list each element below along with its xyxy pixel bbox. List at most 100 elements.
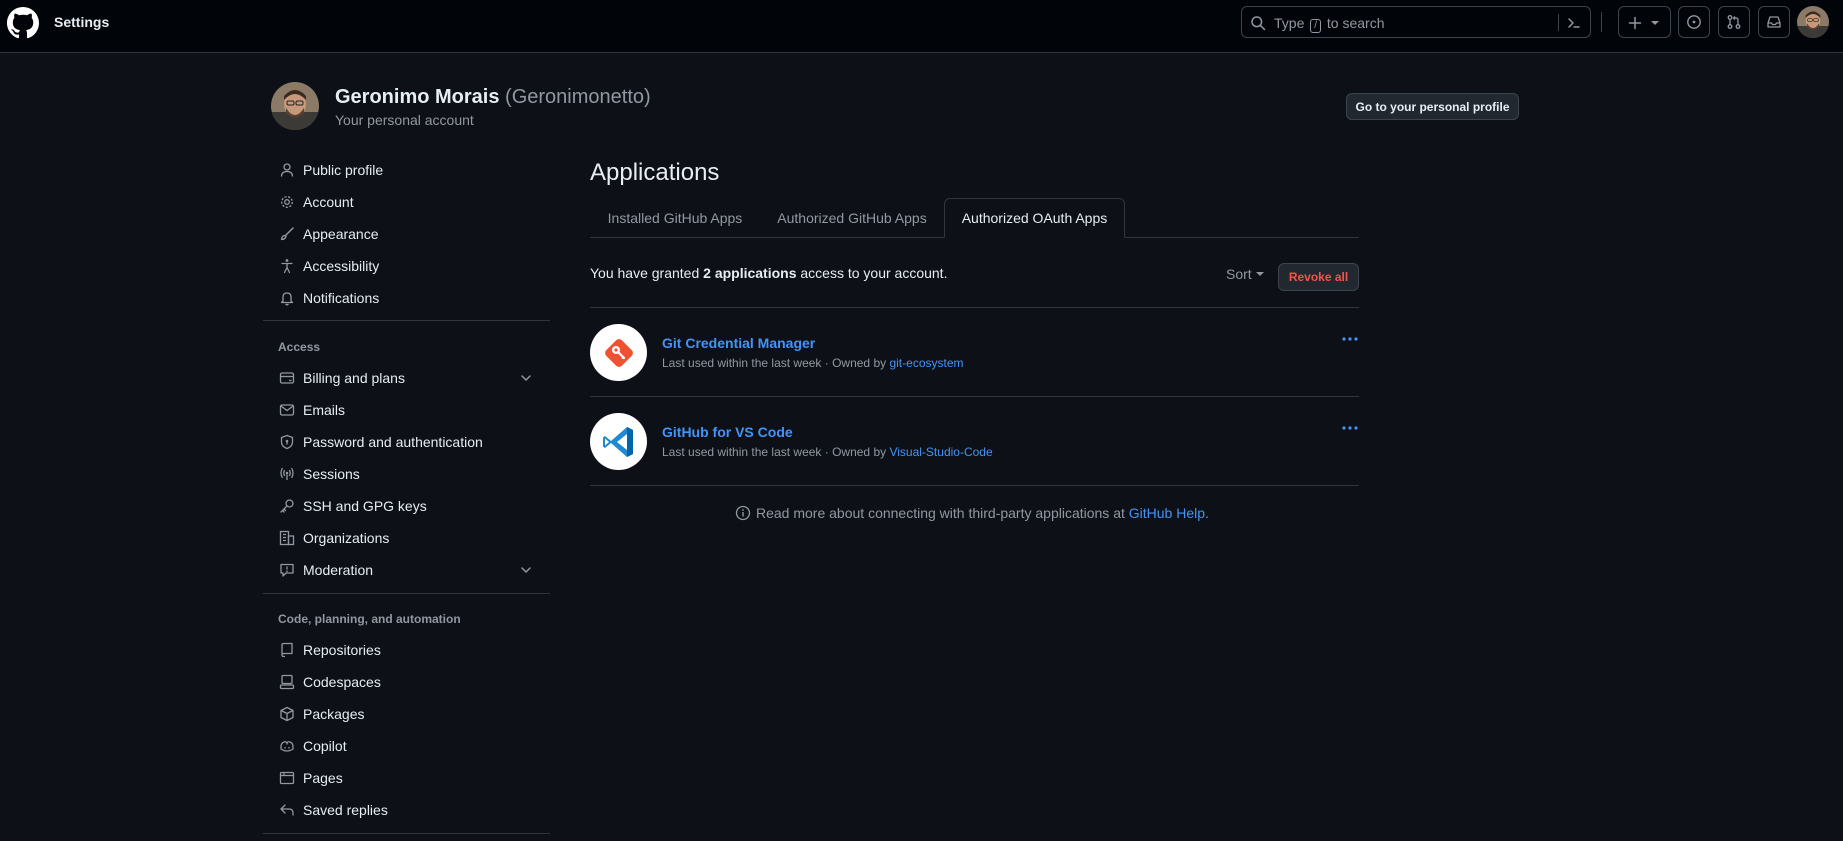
sidebar-item-copilot[interactable]: Copilot <box>271 730 549 762</box>
accessibility-icon <box>281 259 293 274</box>
sidebar-item-label: Billing and plans <box>303 370 405 386</box>
sidebar-item-password-auth[interactable]: Password and authentication <box>271 426 549 458</box>
mail-icon <box>279 404 295 416</box>
issues-button[interactable] <box>1678 6 1710 38</box>
browser-icon <box>279 771 295 785</box>
sidebar-item-sessions[interactable]: Sessions <box>271 458 549 490</box>
codespaces-icon <box>279 674 295 690</box>
profile-login: (Geronimonetto) <box>505 86 651 108</box>
app-owner-link[interactable]: git-ecosystem <box>889 356 963 370</box>
sidebar-item-saved-replies[interactable]: Saved replies <box>271 794 549 826</box>
sidebar-item-emails[interactable]: Emails <box>271 394 549 426</box>
sidebar-heading-access: Access <box>278 340 321 354</box>
sidebar-item-label: Pages <box>303 770 343 786</box>
sidebar-item-organizations[interactable]: Organizations <box>271 522 549 554</box>
kebab-horizontal-icon[interactable] <box>1341 420 1359 436</box>
sidebar-item-label: Account <box>303 194 354 210</box>
sidebar-item-label: Sessions <box>303 466 360 482</box>
paintbrush-icon <box>280 227 294 241</box>
global-search-input[interactable]: Type / to search <box>1241 6 1591 38</box>
bell-icon <box>280 292 294 306</box>
sidebar-item-label: Codespaces <box>303 674 381 690</box>
go-to-profile-button[interactable]: Go to your personal profile <box>1346 93 1519 120</box>
sidebar-item-accessibility[interactable]: Accessibility <box>271 250 549 282</box>
pull-requests-button[interactable] <box>1718 6 1750 38</box>
sidebar-item-moderation[interactable]: Moderation <box>271 554 549 586</box>
sidebar-item-label: Notifications <box>303 290 380 306</box>
app-owner-link[interactable]: Visual-Studio-Code <box>889 445 992 459</box>
header-context-title[interactable]: Settings <box>54 14 109 30</box>
person-icon <box>280 163 294 177</box>
avatar <box>1797 6 1829 38</box>
sidebar-item-label: Moderation <box>303 562 374 578</box>
sidebar-divider <box>263 320 550 321</box>
kebab-horizontal-icon[interactable] <box>1341 331 1359 347</box>
header-divider <box>1601 12 1602 32</box>
sidebar-item-billing[interactable]: Billing and plans <box>271 362 549 394</box>
sidebar-item-codespaces[interactable]: Codespaces <box>271 666 549 698</box>
sidebar-item-repositories[interactable]: Repositories <box>271 634 549 666</box>
sidebar-item-notifications[interactable]: Notifications <box>271 282 549 314</box>
app-meta: Last used within the last week · Owned b… <box>662 445 993 459</box>
app-name-link[interactable]: GitHub for VS Code <box>662 424 793 440</box>
vscode-logo <box>590 413 647 470</box>
chevron-down-icon <box>521 375 531 381</box>
search-shortcut-key: / <box>1310 19 1322 33</box>
sidebar-item-label: Repositories <box>303 642 381 658</box>
command-palette-icon[interactable] <box>1566 15 1582 31</box>
git-credential-manager-logo <box>590 324 647 381</box>
search-divider <box>1558 14 1559 31</box>
key-icon <box>280 499 294 513</box>
report-icon <box>280 563 294 577</box>
search-placeholder: Type / to search <box>1274 15 1385 33</box>
tab-installed-github-apps[interactable]: Installed GitHub Apps <box>590 198 760 238</box>
sidebar-item-label: Packages <box>303 706 365 722</box>
sort-label: Sort <box>1226 266 1252 282</box>
list-divider <box>590 485 1359 486</box>
global-header: Settings Type / to search <box>0 0 1843 53</box>
git-pull-request-icon <box>1727 15 1741 29</box>
sidebar-item-pages[interactable]: Pages <box>271 762 549 794</box>
sidebar-item-label: Password and authentication <box>303 434 483 450</box>
profile-avatar <box>271 82 319 130</box>
sidebar-divider <box>263 593 550 594</box>
issue-opened-icon <box>1687 15 1701 29</box>
list-item: GitHub for VS Code Last used within the … <box>590 397 1359 485</box>
sidebar-item-label: Saved replies <box>303 802 388 818</box>
tab-authorized-oauth-apps[interactable]: Authorized OAuth Apps <box>944 198 1125 238</box>
revoke-all-button[interactable]: Revoke all <box>1278 263 1359 291</box>
tab-authorized-github-apps[interactable]: Authorized GitHub Apps <box>760 198 944 238</box>
create-new-button[interactable] <box>1618 6 1671 38</box>
sidebar-item-label: Public profile <box>303 162 384 178</box>
app-name-link[interactable]: Git Credential Manager <box>662 335 815 351</box>
triangle-down-icon <box>1651 21 1659 25</box>
sidebar-divider <box>263 833 550 834</box>
github-help-link[interactable]: GitHub Help <box>1129 505 1205 521</box>
user-avatar-menu[interactable] <box>1797 6 1829 38</box>
profile-name: Geronimo Morais (Geronimonetto) <box>335 86 651 109</box>
app-logo-icon <box>604 338 633 367</box>
organization-icon <box>279 530 295 546</box>
avatar <box>271 82 319 130</box>
credit-card-icon <box>279 372 295 384</box>
profile-subtitle: Your personal account <box>335 112 474 128</box>
sort-dropdown[interactable]: Sort <box>1226 266 1264 282</box>
sidebar-item-public-profile[interactable]: Public profile <box>271 154 549 186</box>
app-meta: Last used within the last week · Owned b… <box>662 356 964 370</box>
sidebar-item-packages[interactable]: Packages <box>271 698 549 730</box>
sidebar-item-ssh-gpg[interactable]: SSH and GPG keys <box>271 490 549 522</box>
reply-icon <box>280 804 294 816</box>
sidebar-item-appearance[interactable]: Appearance <box>271 218 549 250</box>
inbox-button[interactable] <box>1758 6 1790 38</box>
repo-icon <box>281 642 293 658</box>
package-icon <box>280 706 294 722</box>
page-title: Applications <box>590 159 720 186</box>
sidebar-item-label: Organizations <box>303 530 390 546</box>
sidebar-item-account[interactable]: Account <box>271 186 549 218</box>
sidebar-item-label: Copilot <box>303 738 347 754</box>
triangle-down-icon <box>1255 272 1264 276</box>
info-icon <box>735 505 751 521</box>
copilot-icon <box>280 741 294 752</box>
sidebar-item-label: Appearance <box>303 226 379 242</box>
github-logo-icon[interactable] <box>7 7 39 39</box>
